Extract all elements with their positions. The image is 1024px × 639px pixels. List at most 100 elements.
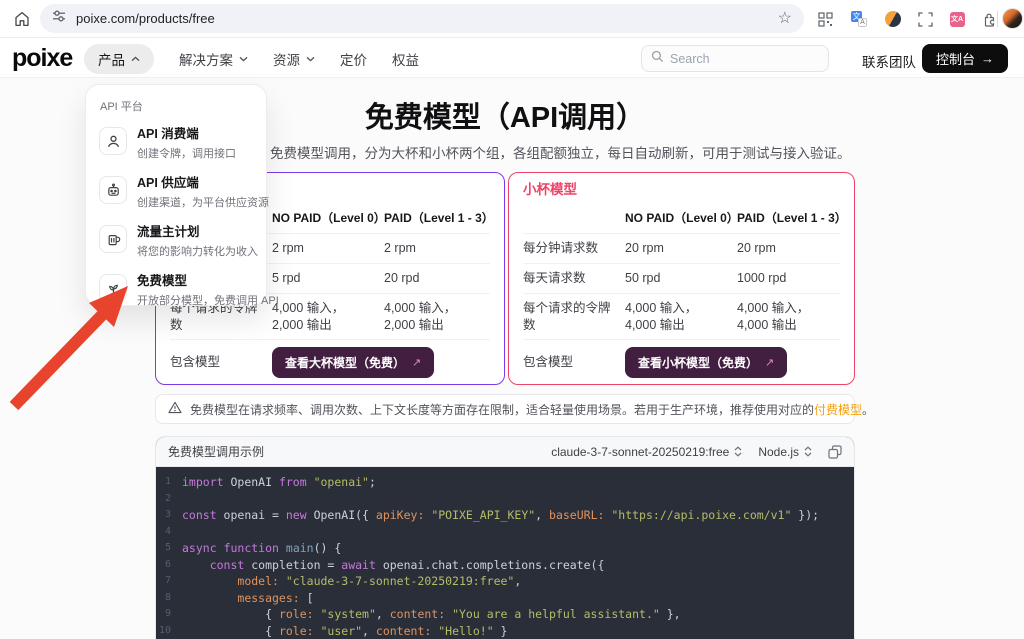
- code-line: 5async function main() {: [156, 540, 854, 557]
- row-value: 2 rpm: [272, 240, 384, 257]
- view-models-button[interactable]: 查看大杯模型（免费）↗: [272, 347, 434, 378]
- code-line: 10 { role: "user", content: "Hello!" }: [156, 623, 854, 639]
- nav-menu: 产品 解决方案 资源 定价 权益: [84, 45, 419, 72]
- arrow-right-icon: →: [981, 51, 994, 66]
- menu-item-desc: 创建令牌，调用接口: [137, 145, 236, 161]
- line-number: 10: [156, 623, 182, 639]
- nav-item-label: 定价: [340, 49, 367, 69]
- contact-team-link[interactable]: 联系团队: [862, 51, 916, 71]
- search-input[interactable]: [670, 52, 810, 66]
- menu-item-title: API 消费端: [137, 127, 236, 142]
- code-example-card: 免费模型调用示例 claude-3-7-sonnet-20250219:free…: [155, 436, 855, 639]
- menu-item-free-models[interactable]: 免费模型开放部分模型，免费调用 API: [97, 270, 255, 312]
- column-header: PAID（Level 1 - 3）: [737, 210, 849, 226]
- model-select[interactable]: claude-3-7-sonnet-20250219:free: [551, 445, 742, 459]
- translate-icon[interactable]: 文A: [850, 10, 868, 28]
- row-label: 每分钟请求数: [523, 240, 625, 257]
- site-logo[interactable]: poixe: [12, 44, 72, 73]
- small-cup-table: 小杯模型NO PAID（Level 0）PAID（Level 1 - 3）每分钟…: [508, 172, 855, 385]
- avatar[interactable]: [1002, 8, 1023, 29]
- nav-item-products[interactable]: 产品: [84, 44, 154, 74]
- code-card-title: 免费模型调用示例: [168, 443, 535, 460]
- row-value: 5 rpd: [272, 270, 384, 287]
- row-value: 2 rpm: [384, 240, 496, 257]
- url-text[interactable]: poixe.com/products/free: [76, 11, 778, 26]
- code-line: 4: [156, 524, 854, 541]
- row-value: 20 rpm: [625, 240, 737, 257]
- line-number: 9: [156, 606, 182, 623]
- nav-item-label: 解决方案: [179, 49, 233, 69]
- table-title: 小杯模型: [523, 173, 840, 203]
- swirl-icon[interactable]: [884, 10, 902, 28]
- nav-item-label: 资源: [273, 49, 300, 69]
- warning-icon: [168, 401, 182, 417]
- user-icon: [99, 127, 127, 155]
- line-number: 7: [156, 573, 182, 590]
- nav-item-resources[interactable]: 资源: [273, 49, 315, 69]
- products-dropdown: API 平台 API 消费端创建令牌，调用接口 API 供应端创建渠道，为平台供应…: [85, 84, 267, 306]
- menu-item-title: API 供应端: [137, 176, 269, 191]
- extensions-puzzle-icon[interactable]: [980, 10, 998, 28]
- row-value: 4,000 输入， 4,000 输出: [625, 300, 737, 334]
- page: poixe.com/products/free ☆ 文A 文A po: [0, 0, 1024, 639]
- bookmark-star-icon[interactable]: ☆: [778, 11, 792, 27]
- search-box[interactable]: [641, 45, 829, 72]
- pink-translate-icon[interactable]: 文A: [948, 10, 966, 28]
- menu-item-title: 免费模型: [137, 274, 279, 289]
- row-value: 4,000 输入， 2,000 输出: [384, 300, 496, 334]
- table-row: 每天请求数50 rpd1000 rpd: [523, 263, 840, 293]
- robot-icon: [99, 176, 127, 204]
- page-subtitle: 免费模型调用，分为大杯和小杯两个组，各组配额独立，每日自动刷新，可用于测试与接入…: [270, 142, 910, 162]
- menu-item-api-supplier[interactable]: API 供应端创建渠道，为平台供应资源: [97, 172, 255, 214]
- nav-item-pricing[interactable]: 定价: [340, 49, 367, 69]
- menu-item-title: 流量主计划: [137, 225, 258, 240]
- browser-toolbar: poixe.com/products/free ☆ 文A 文A: [0, 0, 1024, 38]
- view-models-button[interactable]: 查看小杯模型（免费）↗: [625, 347, 787, 378]
- code-line: 1import OpenAI from "openai";: [156, 474, 854, 491]
- console-button[interactable]: 控制台 →: [922, 44, 1008, 73]
- row-label: 每天请求数: [523, 270, 625, 287]
- sprout-icon: [99, 274, 127, 302]
- row-value: 4,000 输入， 4,000 输出: [737, 300, 849, 334]
- copy-icon[interactable]: [828, 445, 842, 459]
- line-number: 2: [156, 491, 182, 508]
- column-header: NO PAID（Level 0）: [272, 210, 384, 226]
- paid-models-link[interactable]: 付费模型: [814, 403, 862, 417]
- code-line: 3const openai = new OpenAI({ apiKey: "PO…: [156, 507, 854, 524]
- menu-item-traffic-program[interactable]: 流量主计划将您的影响力转化为收入: [97, 221, 255, 263]
- nav-item-solutions[interactable]: 解决方案: [179, 49, 248, 69]
- menu-item-api-consumer[interactable]: API 消费端创建令牌，调用接口: [97, 123, 255, 165]
- code-line: 9 { role: "system", content: "You are a …: [156, 606, 854, 623]
- table-header-row: NO PAID（Level 0）PAID（Level 1 - 3）: [523, 203, 840, 233]
- home-icon[interactable]: [10, 7, 34, 31]
- site-settings-icon[interactable]: [52, 9, 66, 28]
- chevron-updown-icon: [804, 446, 812, 457]
- line-number: 8: [156, 590, 182, 607]
- row-label: 包含模型: [170, 354, 272, 371]
- table-row: 每分钟请求数20 rpm20 rpm: [523, 233, 840, 263]
- dropdown-group-label: API 平台: [100, 98, 255, 114]
- column-header: NO PAID（Level 0）: [625, 210, 737, 226]
- row-value: 1000 rpd: [737, 270, 849, 287]
- nav-item-benefits[interactable]: 权益: [392, 49, 419, 69]
- row-value: 20 rpd: [384, 270, 496, 287]
- external-link-icon: ↗: [412, 356, 421, 369]
- row-value: 4,000 输入， 2,000 输出: [272, 300, 384, 334]
- limits-notice: 免费模型在请求频率、调用次数、上下文长度等方面存在限制，适合轻量使用场景。若用于…: [155, 394, 855, 424]
- menu-item-desc: 将您的影响力转化为收入: [137, 243, 258, 259]
- mug-icon: [99, 225, 127, 253]
- table-footer-row: 包含模型查看大杯模型（免费）↗: [170, 339, 490, 385]
- line-number: 3: [156, 507, 182, 524]
- row-label: 包含模型: [523, 354, 625, 371]
- row-value: 50 rpd: [625, 270, 737, 287]
- address-bar[interactable]: poixe.com/products/free ☆: [40, 4, 804, 33]
- code-block[interactable]: 1import OpenAI from "openai";23const ope…: [156, 467, 854, 639]
- language-select[interactable]: Node.js: [758, 445, 812, 459]
- table-row: 每个请求的令牌数4,000 输入， 4,000 输出4,000 输入， 4,00…: [523, 293, 840, 339]
- toolbar-divider: [997, 11, 998, 27]
- code-card-header: 免费模型调用示例 claude-3-7-sonnet-20250219:free…: [156, 437, 854, 467]
- code-line: 6 const completion = await openai.chat.c…: [156, 557, 854, 574]
- line-number: 1: [156, 474, 182, 491]
- screenshot-icon[interactable]: [916, 10, 934, 28]
- qr-code-icon[interactable]: [816, 10, 834, 28]
